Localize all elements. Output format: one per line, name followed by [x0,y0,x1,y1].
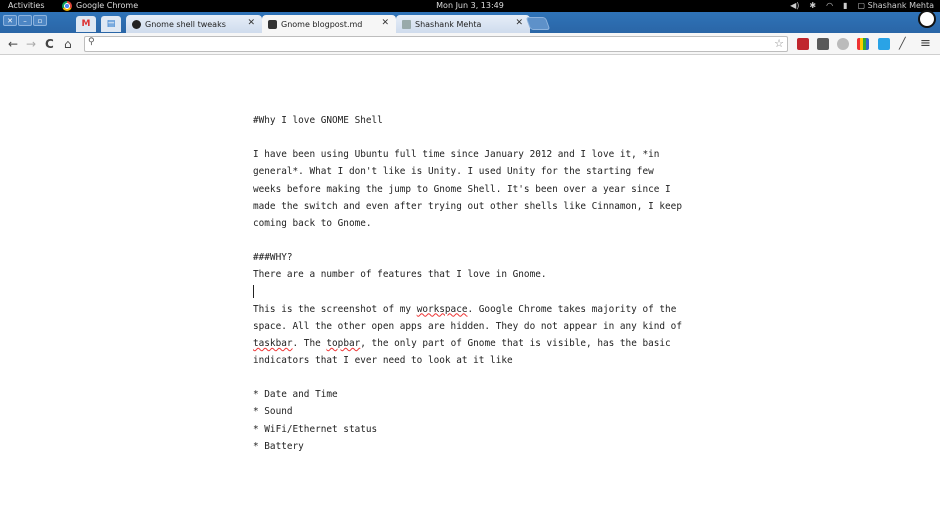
browser-toolbar: ← → C ⌂ ⚲ ☆ ╱ ≡ [0,33,940,55]
list-item: * Date and Time [253,389,338,401]
search-icon: ⚲ [88,37,95,47]
misspelled-word[interactable]: workspace [417,304,468,315]
url-input[interactable] [101,38,761,50]
paragraph-line: general*. What I don't like is Unity. I … [253,166,654,178]
paragraph-line: This is the screenshot of my workspace. … [253,301,693,318]
text-segment: , the only part of Gnome that is visible… [360,337,671,349]
volume-icon[interactable]: ◀) [790,0,799,12]
tab-strip: ✕ – ▫ M ▤ Gnome shell tweaks ✕ Gnome blo… [0,12,940,33]
forward-icon[interactable]: → [26,36,36,52]
extension-colors-icon[interactable] [857,38,869,50]
paragraph-line: I have been using Ubuntu full time since… [253,149,660,161]
github-icon [132,19,141,29]
gnome-topbar: Activities Google Chrome Mon Jun 3, 13:4… [0,0,940,12]
list-item: * Sound [253,406,293,418]
bookmark-icon [402,19,411,29]
paragraph-line: There are a number of features that I lo… [253,269,547,281]
user-name: Shashank Mehta [867,1,934,10]
bluetooth-icon[interactable]: ✱ [809,0,816,12]
wifi-icon[interactable]: ◠ [826,0,833,12]
paragraph-line: indicators that I ever need to look at i… [253,354,513,366]
window-controls: ✕ – ▫ [3,15,47,26]
window-maximize-icon[interactable]: ▫ [33,15,47,26]
reload-icon[interactable]: C [45,36,54,52]
paragraph-line: coming back to Gnome. [253,217,372,229]
list-item: * Battery [253,440,304,452]
close-icon[interactable]: ✕ [247,18,255,28]
text-segment: This is the screenshot of my [253,303,417,315]
close-icon[interactable]: ✕ [515,18,523,28]
new-tab-button[interactable] [525,17,551,30]
caret-line [253,283,693,300]
document-icon [268,19,277,29]
gmail-icon: M [81,19,91,29]
user-icon: ▢ [857,1,868,10]
paragraph-line: made the switch and even after trying ou… [253,200,682,212]
menu-icon[interactable]: ≡ [920,36,931,52]
misspelled-word[interactable]: topbar [326,338,360,349]
extension-pocket-icon[interactable] [817,38,829,50]
paragraph-line: space. All the other open apps are hidde… [253,320,682,332]
extension-disabled-icon[interactable] [837,38,849,50]
paragraph-line: taskbar. The topbar, the only part of Gn… [253,335,693,352]
list-item: * WiFi/Ethernet status [253,423,378,435]
text-segment: . Google Chrome takes majority of the [467,303,677,315]
markdown-document[interactable]: #Why I love GNOME Shell I have been usin… [253,112,693,455]
window-minimize-icon[interactable]: – [18,15,32,26]
tab-label: Gnome shell tweaks [145,19,226,29]
doc-heading: #Why I love GNOME Shell [253,115,383,126]
tab-gnome-shell-tweaks[interactable]: Gnome shell tweaks ✕ [126,15,262,33]
paragraph-line: weeks before making the jump to Gnome Sh… [253,183,671,195]
pinned-tab-calendar[interactable]: ▤ [101,16,121,32]
extension-lastpass-icon[interactable] [797,38,809,50]
tab-gnome-blogpost[interactable]: Gnome blogpost.md ✕ [262,15,396,33]
close-icon[interactable]: ✕ [381,18,389,28]
omnibox[interactable]: ⚲ ☆ [84,36,788,52]
system-tray: ◀) ✱ ◠ ▮ ▢ Shashank Mehta [790,0,934,12]
extension-tag-icon[interactable] [878,38,890,50]
section-heading: ###WHY? [253,252,293,264]
pinned-tab-gmail[interactable]: M [76,16,96,32]
back-icon[interactable]: ← [8,36,18,52]
battery-icon[interactable]: ▮ [843,0,847,12]
home-icon[interactable]: ⌂ [64,36,72,52]
text-segment: . The [292,337,327,349]
tab-label: Shashank Mehta [415,19,482,29]
bookmark-star-icon[interactable]: ☆ [774,37,784,51]
tab-label: Gnome blogpost.md [281,19,363,29]
eyedropper-icon[interactable]: ╱ [899,38,911,50]
tab-shashank-mehta[interactable]: Shashank Mehta ✕ [396,15,530,33]
text-caret [253,285,254,299]
misspelled-word[interactable]: taskbar [253,338,293,349]
profile-avatar[interactable] [918,10,936,28]
calendar-icon: ▤ [106,19,116,29]
window-close-icon[interactable]: ✕ [3,15,17,26]
